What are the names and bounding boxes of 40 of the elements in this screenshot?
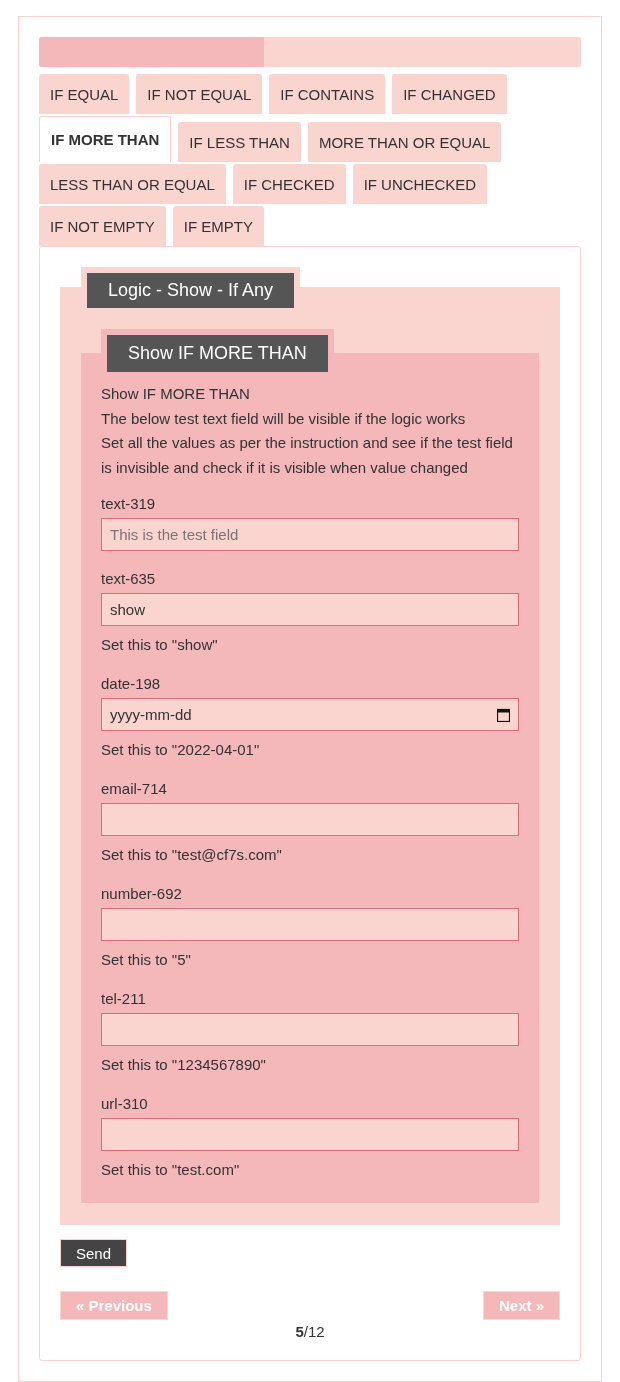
tab[interactable]: LESS THAN OR EQUAL	[39, 164, 226, 204]
input-field[interactable]: show	[101, 593, 519, 626]
tab[interactable]: IF CONTAINS	[269, 74, 386, 114]
calendar-icon	[497, 707, 510, 722]
field-label: tel-211	[101, 989, 146, 1009]
input-field[interactable]: This is the test field	[101, 518, 519, 551]
field-label: email-714	[101, 779, 167, 799]
tab[interactable]: IF CHANGED	[392, 74, 507, 114]
tab[interactable]: IF EMPTY	[172, 206, 264, 246]
tab[interactable]: IF MORE THAN	[39, 116, 172, 162]
field-hint: Set this to "2022-04-01"	[101, 740, 260, 760]
tab[interactable]: IF LESS THAN	[178, 122, 301, 162]
group-legend: Logic - Show - If Any	[87, 273, 295, 308]
input-field[interactable]	[101, 908, 519, 941]
tab[interactable]: IF EQUAL	[39, 74, 130, 114]
field-hint: Set this to "test@cf7s.com"	[101, 845, 282, 865]
field-label: number-692	[101, 884, 182, 904]
field-hint: Set this to "show"	[101, 635, 218, 655]
input-field[interactable]	[101, 1118, 519, 1151]
field-label: text-635	[101, 569, 156, 589]
tab[interactable]: IF NOT EMPTY	[39, 206, 166, 246]
section-legend: Show IF MORE THAN	[107, 335, 328, 372]
send-button[interactable]: Send	[60, 1239, 128, 1267]
tab[interactable]: IF NOT EQUAL	[136, 74, 263, 114]
field-label: url-310	[101, 1094, 148, 1114]
tab[interactable]: IF UNCHECKED	[352, 164, 488, 204]
date-field[interactable]: yyyy-mm-dd	[101, 698, 519, 731]
page-counter: 5/12	[295, 1323, 325, 1340]
tab[interactable]: MORE THAN OR EQUAL	[307, 122, 502, 162]
description-text: Show IF MORE THAN	[101, 384, 251, 404]
field-hint: Set this to "1234567890"	[101, 1055, 266, 1075]
description-text: The below test text field will be visible if the logic works	[101, 408, 467, 429]
field-label: date-198	[101, 674, 161, 694]
input-field[interactable]	[101, 803, 519, 836]
input-field[interactable]	[101, 1013, 519, 1046]
description-text: Set all the values as per the instruction and see if the test field is invisible and check if it is visible when value changed	[101, 433, 514, 478]
field-hint: Set this to "test.com"	[101, 1160, 240, 1180]
field-hint: Set this to "5"	[101, 950, 191, 970]
tab[interactable]: IF CHECKED	[232, 164, 346, 204]
field-label: text-319	[101, 494, 156, 514]
